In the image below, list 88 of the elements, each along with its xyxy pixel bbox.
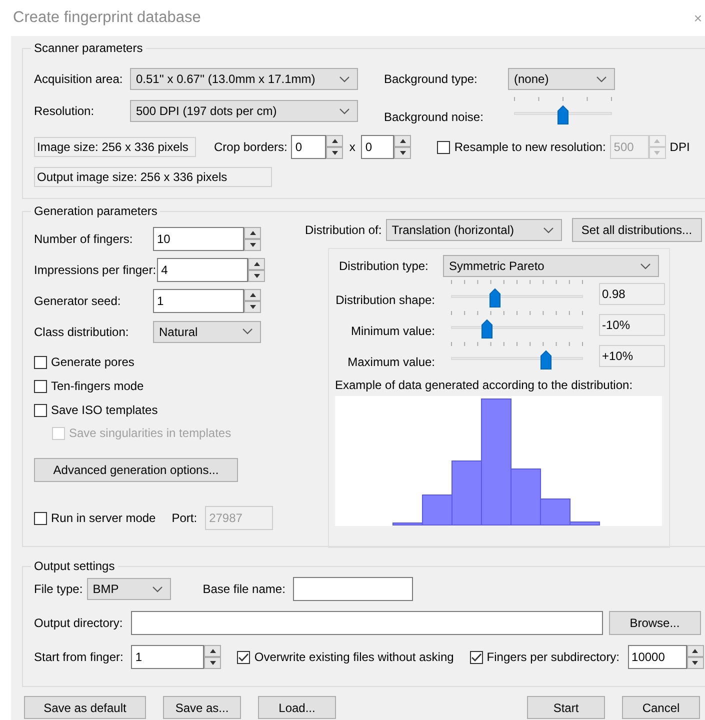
dialog-button[interactable]: Cancel <box>622 696 700 719</box>
number-field[interactable]: 1 <box>131 645 204 669</box>
slider-thumb[interactable] <box>540 350 552 370</box>
field-label: File type: <box>34 582 83 596</box>
dropdown[interactable]: BMP <box>86 578 171 600</box>
chart-caption: Example of data generated according to the distribution: <box>335 378 634 392</box>
up-arrow-button[interactable] <box>204 645 222 657</box>
group-title: Scanner parameters <box>33 41 144 55</box>
checkbox[interactable]: Ten-fingers mode <box>34 379 305 393</box>
slider-thumb[interactable] <box>488 288 501 308</box>
checkbox[interactable]: Generate pores <box>34 355 305 369</box>
chevron-icon <box>339 76 350 82</box>
field-label: Port: <box>172 511 198 525</box>
number-field[interactable]: 4 <box>157 258 248 282</box>
field-label: Distribution shape: <box>335 293 435 307</box>
output-size-readout: Output image size: 256 x 336 pixels <box>34 167 272 187</box>
field-label: Acquisition area: <box>34 72 124 86</box>
down-arrow-button[interactable] <box>244 300 261 312</box>
chevron-icon <box>152 586 163 592</box>
down-arrow-button[interactable] <box>204 657 222 669</box>
window-title: Create fingerprint database <box>13 9 201 27</box>
browse-button[interactable]: Browse... <box>608 611 701 635</box>
number-field[interactable]: 1 <box>153 288 244 312</box>
field-label: Number of fingers: <box>34 232 134 246</box>
directory-field[interactable] <box>130 611 603 635</box>
dropdown[interactable]: Translation (horizontal) <box>386 219 562 241</box>
chevron-icon <box>596 76 607 82</box>
down-arrow-button[interactable] <box>686 657 704 669</box>
number-field[interactable]: 0 <box>291 135 326 159</box>
dropdown[interactable]: 500 DPI (197 dots per cm) <box>130 100 358 122</box>
value-readout: -10% <box>599 314 665 336</box>
dropdown[interactable]: (none) <box>508 68 615 90</box>
number-field[interactable]: 10000 <box>628 645 687 669</box>
field-label: Background type: <box>384 72 478 86</box>
chevron-icon <box>339 108 350 114</box>
chevron-icon <box>640 262 651 270</box>
number-field[interactable]: 10 <box>153 226 244 250</box>
chevron-icon <box>242 328 253 335</box>
checkbox[interactable]: Fingers per subdirectory: <box>470 650 620 664</box>
slider-thumb[interactable] <box>557 105 569 125</box>
field-label: Generator seed: <box>34 294 122 308</box>
field-label: Crop borders: <box>214 140 288 154</box>
dialog-button[interactable]: Load... <box>258 696 336 719</box>
group-title: Generation parameters <box>33 204 158 218</box>
dropdown[interactable]: 0.51'' x 0.67'' (13.0mm x 17.1mm) <box>130 68 358 90</box>
field-label: Class distribution: <box>34 324 130 338</box>
field-label: Distribution of: <box>305 223 382 237</box>
up-arrow-button[interactable] <box>394 135 412 147</box>
checkmark-icon <box>470 652 482 662</box>
field-label: Start from finger: <box>34 650 124 664</box>
unit-label: DPI <box>670 140 690 154</box>
chevron-icon <box>542 226 554 234</box>
set-all-distributions-button[interactable]: Set all distributions... <box>572 218 702 242</box>
field-label: Impressions per finger: <box>34 262 158 276</box>
field-label: Resolution: <box>34 104 96 118</box>
down-arrow-button[interactable] <box>248 270 266 282</box>
value-readout: 0.98 <box>599 283 665 305</box>
field-label: Distribution type: <box>339 259 430 273</box>
image-size-readout: Image size: 256 x 336 pixels <box>34 137 196 157</box>
dropdown[interactable]: Symmetric Pareto <box>443 255 659 277</box>
field-label: Base file name: <box>202 582 286 596</box>
up-arrow-button[interactable] <box>248 258 266 270</box>
up-arrow-button[interactable] <box>244 226 261 238</box>
checkbox[interactable]: Run in server mode <box>34 511 156 525</box>
field-label: Maximum value: <box>346 355 435 369</box>
checkmark-icon <box>238 652 250 662</box>
times-sign: x <box>349 140 356 154</box>
checkbox[interactable]: Overwrite existing files without asking <box>237 650 454 664</box>
checkbox[interactable]: Save ISO templates <box>34 403 305 417</box>
up-arrow-button[interactable] <box>686 645 704 657</box>
slider-thumb[interactable] <box>481 319 494 339</box>
advanced-options-button[interactable]: Advanced generation options... <box>34 458 238 482</box>
value-readout: +10% <box>599 345 665 367</box>
field-label: Background noise: <box>384 110 484 124</box>
field-label: Minimum value: <box>350 324 435 338</box>
down-arrow-button[interactable] <box>394 147 412 159</box>
dialog-button[interactable]: Start <box>527 696 605 719</box>
dialog-button[interactable]: Save as... <box>163 696 241 719</box>
up-arrow-button[interactable] <box>326 135 344 147</box>
dropdown[interactable]: Natural <box>153 320 261 342</box>
number-field[interactable]: 0 <box>361 135 394 159</box>
base-name-field[interactable] <box>293 577 414 601</box>
up-arrow-button[interactable] <box>244 288 261 300</box>
down-arrow-button[interactable] <box>326 147 344 159</box>
dialog-button[interactable]: Save as default <box>24 696 146 719</box>
group-title: Output settings <box>33 559 116 573</box>
field-label: Output directory: <box>34 616 123 630</box>
down-arrow-button[interactable] <box>244 238 261 250</box>
